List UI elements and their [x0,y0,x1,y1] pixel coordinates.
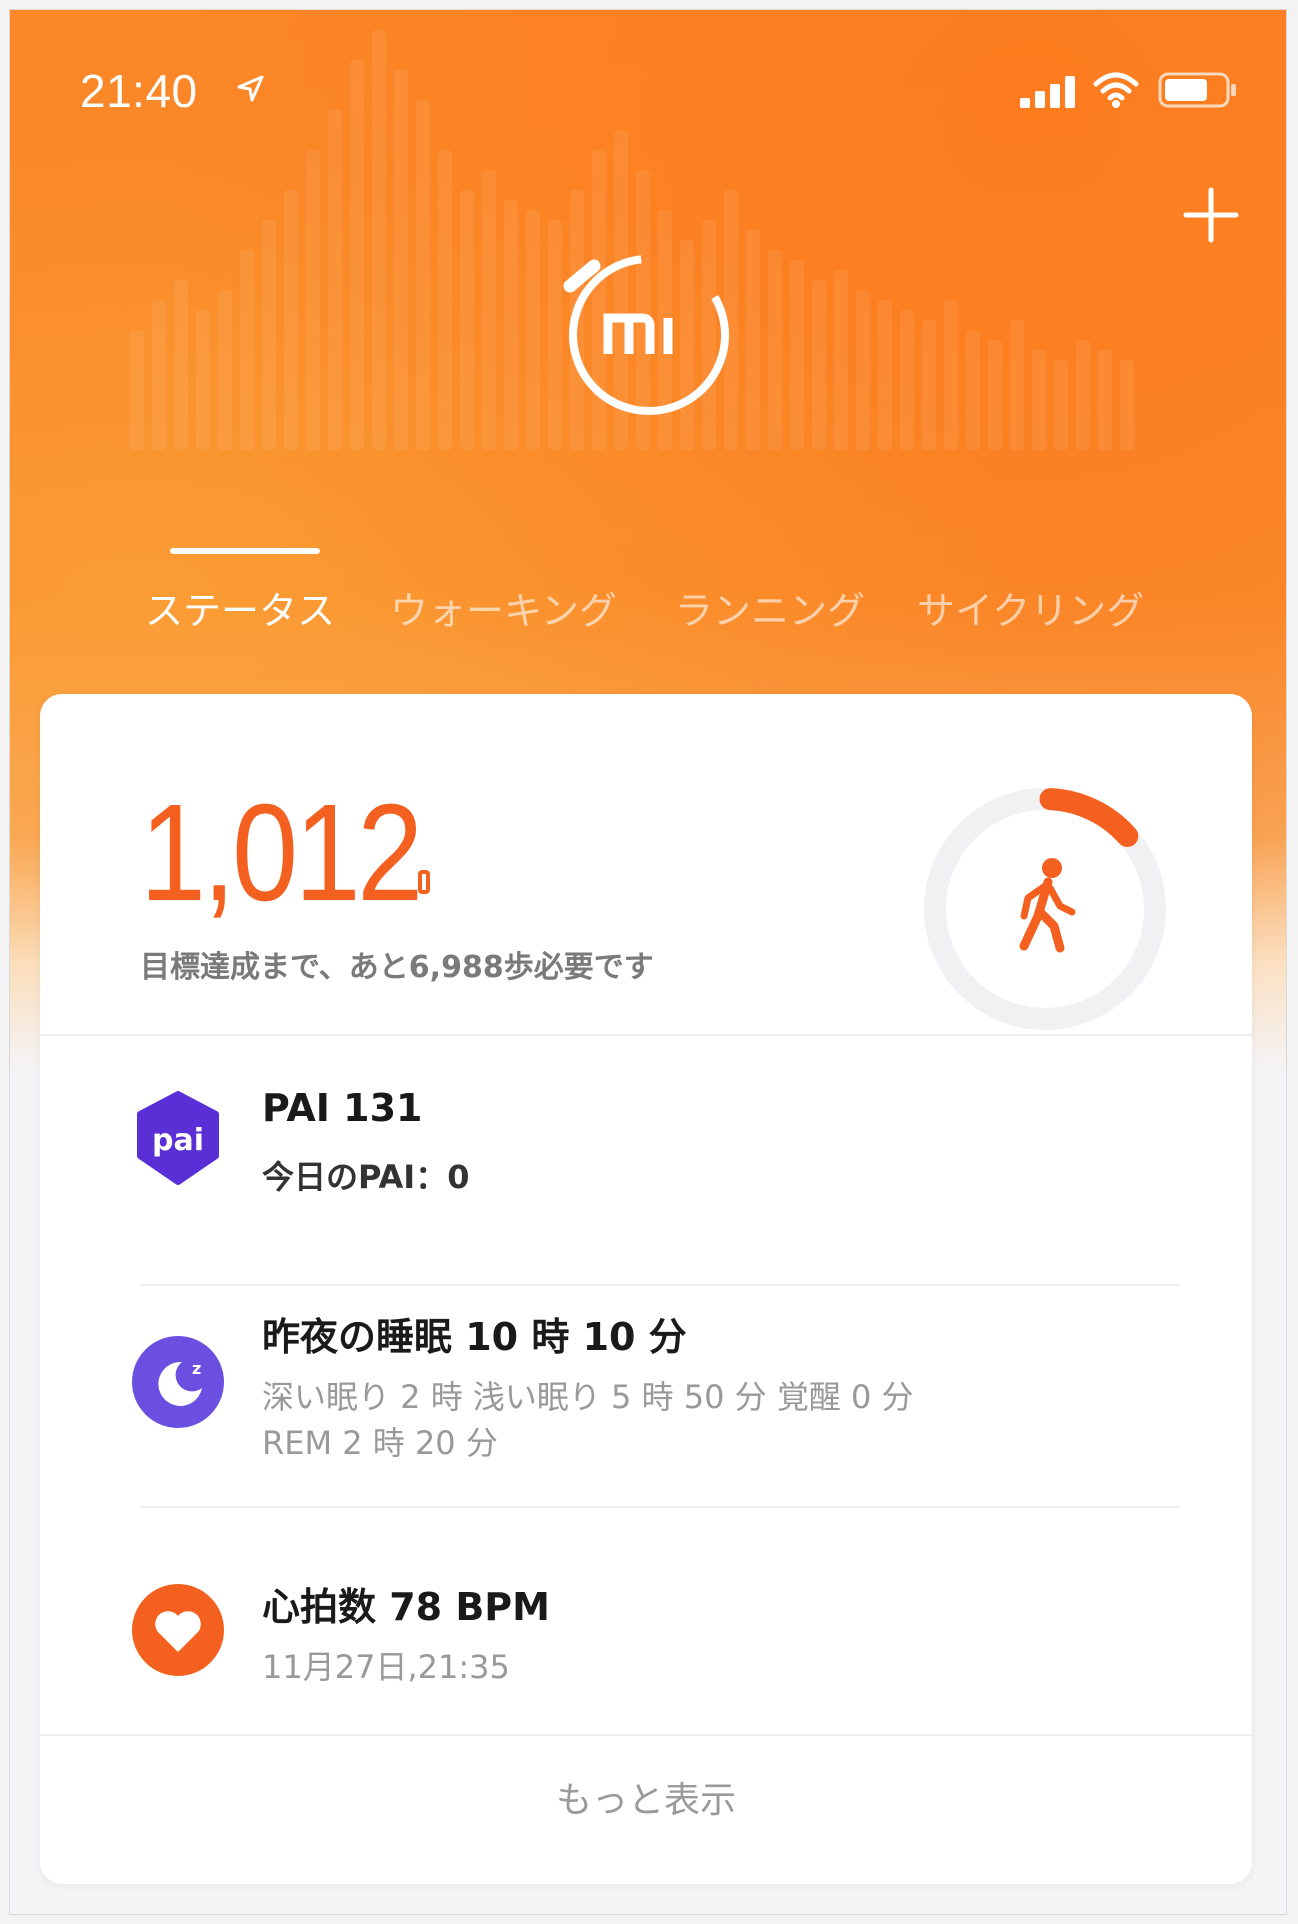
tab-walking[interactable]: ウォーキング [390,580,617,635]
decorative-bar [306,150,320,450]
tab-running[interactable]: ランニング [675,580,865,635]
decorative-bar [746,230,760,450]
wifi-icon [1093,72,1139,108]
sleep-breakdown: 深い眠り 2 時 浅い眠り 5 時 50 分 覚醒 0 分 [262,1378,914,1416]
pai-row[interactable]: pai PAI 131 今日のPAI：0 [40,1056,1252,1276]
decorative-bar [262,220,276,450]
location-arrow-icon [237,75,264,102]
sleep-title: 昨夜の睡眠 10 時 10 分 [262,1315,687,1359]
pai-title: PAI 131 [262,1086,423,1130]
decorative-bar [944,300,958,450]
decorative-bar [416,100,430,450]
decorative-bar [240,250,254,450]
mi-logo [563,255,729,415]
card-divider [40,1034,1252,1036]
decorative-bar [152,300,166,450]
decorative-bar [790,260,804,450]
walking-person-icon [1019,858,1076,953]
decorative-bar [174,280,188,450]
decorative-bar [1054,360,1068,450]
decorative-bar [350,60,364,450]
pai-today: 今日のPAI：0 [262,1158,470,1196]
decorative-bar [394,70,408,450]
decorative-bar [218,290,232,450]
app-screen: 21:40 ステータス ウォーキング ランニング サイクリング 1,012 目標… [10,10,1286,1914]
sleep-row[interactable]: z 昨夜の睡眠 10 時 10 分 深い眠り 2 時 浅い眠り 5 時 50 分… [40,1294,1252,1514]
decorative-bar [1076,340,1090,450]
decorative-bar [812,280,826,450]
decorative-bar [856,290,870,450]
battery-icon [1158,72,1236,108]
decorative-bar [328,110,342,450]
decorative-bar [504,200,518,450]
decorative-bar [130,330,144,450]
svg-text:z: z [192,1359,201,1378]
heart-icon [132,1584,224,1676]
decorative-bar [482,170,496,450]
heart-rate-row[interactable]: 心拍数 78 BPM 11月27日,21:35 [40,1516,1252,1736]
decorative-bar [768,250,782,450]
decorative-bar [966,330,980,450]
show-more-button[interactable]: もっと表示 [40,1736,1252,1866]
decorative-bar [1120,360,1134,450]
tab-bar: ステータス ウォーキング ランニング サイクリング [10,570,1286,650]
heart-rate-time: 11月27日,21:35 [262,1648,510,1686]
summary-card: 1,012 目標達成まで、あと6,988歩必要です pai PAI 131 今日… [40,694,1252,1884]
decorative-bar [460,190,474,450]
active-tab-indicator [170,548,320,554]
pai-icon: pai [137,1091,219,1185]
decorative-bar [834,270,848,450]
decorative-bar [1010,320,1024,450]
sleep-moon-icon: z [132,1336,224,1428]
steps-unit-icon [418,870,430,894]
decorative-bar [988,340,1002,450]
status-time: 21:40 [80,65,198,117]
decorative-bar [878,300,892,450]
decorative-bar [922,320,936,450]
screenshot-frame: 21:40 ステータス ウォーキング ランニング サイクリング 1,012 目標… [0,0,1298,1924]
decorative-bar [900,310,914,450]
decorative-bar [526,210,540,450]
pai-icon-text: pai [152,1123,204,1158]
tab-status[interactable]: ステータス [145,580,335,635]
decorative-bar [1098,350,1112,450]
decorative-bar [1032,350,1046,450]
tab-cycling[interactable]: サイクリング [917,580,1144,635]
sleep-rem: REM 2 時 20 分 [262,1424,498,1462]
steps-goal-text: 目標達成まで、あと6,988歩必要です [140,950,654,985]
decorative-bar [438,150,452,450]
signal-icon [1020,76,1075,108]
row-divider [140,1284,1180,1286]
steps-count[interactable]: 1,012 [140,774,423,933]
decorative-bar [372,30,386,450]
decorative-bar [284,190,298,450]
add-device-button[interactable] [1176,180,1246,250]
heart-rate-title: 心拍数 78 BPM [262,1585,550,1629]
steps-progress-ring[interactable] [920,784,1170,1034]
row-divider [140,1506,1180,1508]
decorative-bar [196,310,210,450]
